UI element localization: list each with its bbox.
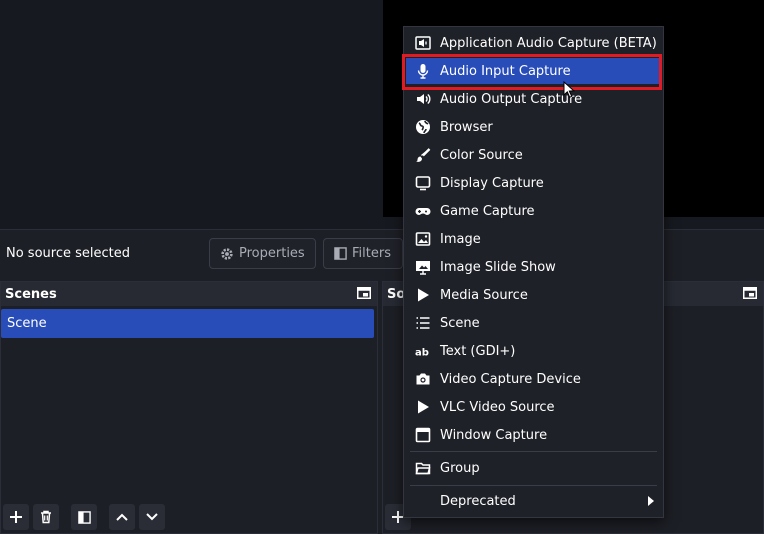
menu-item-display-capture[interactable]: Display Capture — [406, 170, 661, 196]
menu-item-label: Media Source — [440, 287, 528, 303]
filters-button[interactable]: Filters — [323, 238, 403, 269]
chevron-down-icon — [146, 513, 158, 521]
globe-icon — [416, 120, 430, 134]
speaker-icon — [417, 93, 431, 105]
text-icon: ab — [415, 348, 429, 359]
properties-label: Properties — [239, 246, 305, 261]
menu-item-label: Color Source — [440, 147, 523, 163]
play-icon — [418, 288, 429, 302]
mouse-cursor-icon — [563, 81, 575, 98]
menu-item-icon-wrap — [406, 259, 440, 275]
menu-item-label: Scene — [440, 315, 480, 331]
scene-item-label: Scene — [7, 316, 47, 331]
add-source-menu: Application Audio Capture (BETA) Audio In… — [403, 26, 664, 518]
app-audio-icon — [415, 36, 431, 50]
menu-item-application-audio-capture-beta[interactable]: Application Audio Capture (BETA) — [406, 30, 661, 56]
menu-item-icon-wrap — [406, 287, 440, 303]
menu-item-label: Deprecated — [440, 493, 516, 509]
filters-icon — [77, 510, 91, 524]
menu-item-label: Image — [440, 231, 481, 247]
menu-item-label: Window Capture — [440, 427, 548, 443]
paintbrush-icon — [416, 148, 431, 162]
add-scene-button[interactable] — [3, 504, 29, 530]
chevron-up-icon — [116, 513, 128, 521]
undock-icon[interactable] — [743, 287, 757, 299]
monitor-icon — [415, 176, 431, 191]
menu-item-group[interactable]: Group — [406, 455, 661, 481]
menu-item-label: Video Capture Device — [440, 371, 581, 387]
menu-item-vlc-video-source[interactable]: VLC Video Source — [406, 394, 661, 420]
remove-scene-button[interactable] — [33, 504, 59, 530]
menu-item-game-capture[interactable]: Game Capture — [406, 198, 661, 224]
menu-separator — [410, 451, 657, 452]
menu-item-label: VLC Video Source — [440, 399, 555, 415]
menu-item-text-gdi[interactable]: ab Text (GDI+) — [406, 338, 661, 364]
svg-text:ab: ab — [415, 348, 429, 359]
menu-item-icon-wrap — [406, 35, 440, 51]
menu-item-icon-wrap — [406, 427, 440, 443]
gear-icon — [221, 247, 233, 260]
play-icon — [418, 400, 429, 414]
menu-item-image-slide-show[interactable]: Image Slide Show — [406, 254, 661, 280]
menu-item-icon-wrap — [406, 231, 440, 247]
menu-item-icon-wrap — [406, 175, 440, 191]
menu-item-icon-wrap — [406, 371, 440, 387]
scene-filters-button[interactable] — [71, 504, 97, 530]
menu-item-icon-wrap: ab — [406, 343, 440, 359]
menu-item-color-source[interactable]: Color Source — [406, 142, 661, 168]
menu-item-icon-wrap — [406, 399, 440, 415]
menu-item-label: Game Capture — [440, 203, 535, 219]
scene-list-item[interactable]: Scene — [1, 309, 374, 338]
plus-icon — [10, 511, 22, 523]
gamepad-icon — [415, 208, 431, 215]
submenu-arrow-icon — [648, 496, 654, 506]
move-scene-down-button[interactable] — [139, 504, 165, 530]
menu-item-icon-wrap — [406, 91, 440, 107]
slideshow-icon — [416, 261, 430, 275]
menu-item-label: Group — [440, 460, 480, 476]
camera-icon — [416, 373, 430, 385]
highlight-annotation — [402, 54, 662, 90]
menu-item-label: Display Capture — [440, 175, 544, 191]
undock-icon[interactable] — [357, 287, 371, 299]
menu-item-label: Browser — [440, 119, 493, 135]
menu-item-label: Text (GDI+) — [440, 343, 516, 359]
properties-button[interactable]: Properties — [209, 238, 316, 269]
menu-item-window-capture[interactable]: Window Capture — [406, 422, 661, 448]
menu-item-icon-wrap — [406, 119, 440, 135]
menu-item-media-source[interactable]: Media Source — [406, 282, 661, 308]
move-scene-up-button[interactable] — [109, 504, 135, 530]
menu-item-browser[interactable]: Browser — [406, 114, 661, 140]
folder-icon — [415, 462, 431, 475]
image-icon — [415, 232, 431, 246]
scenes-toolbar — [1, 504, 165, 530]
menu-item-label: Application Audio Capture (BETA) — [440, 35, 657, 51]
window-icon — [415, 427, 431, 443]
scenes-title: Scenes — [5, 286, 57, 302]
menu-item-image[interactable]: Image — [406, 226, 661, 252]
menu-item-icon-wrap — [406, 315, 440, 331]
filters-label: Filters — [352, 246, 391, 261]
preview-area — [0, 0, 383, 229]
scenes-dock-header: Scenes — [1, 282, 377, 306]
scenes-dock: Scenes Scene — [0, 281, 378, 534]
menu-item-deprecated[interactable]: Deprecated — [406, 488, 661, 514]
menu-item-icon-wrap — [406, 203, 440, 219]
menu-item-label: Audio Output Capture — [440, 91, 583, 107]
menu-item-icon-wrap — [406, 147, 440, 163]
menu-item-video-capture-device[interactable]: Video Capture Device — [406, 366, 661, 392]
menu-item-scene[interactable]: Scene — [406, 310, 661, 336]
menu-item-label: Image Slide Show — [440, 259, 556, 275]
filters-icon — [334, 247, 347, 260]
no-source-label: No source selected — [6, 246, 130, 261]
menu-separator — [410, 485, 657, 486]
trash-icon — [41, 510, 51, 524]
menu-item-icon-wrap — [406, 460, 440, 476]
list-icon — [416, 317, 430, 329]
